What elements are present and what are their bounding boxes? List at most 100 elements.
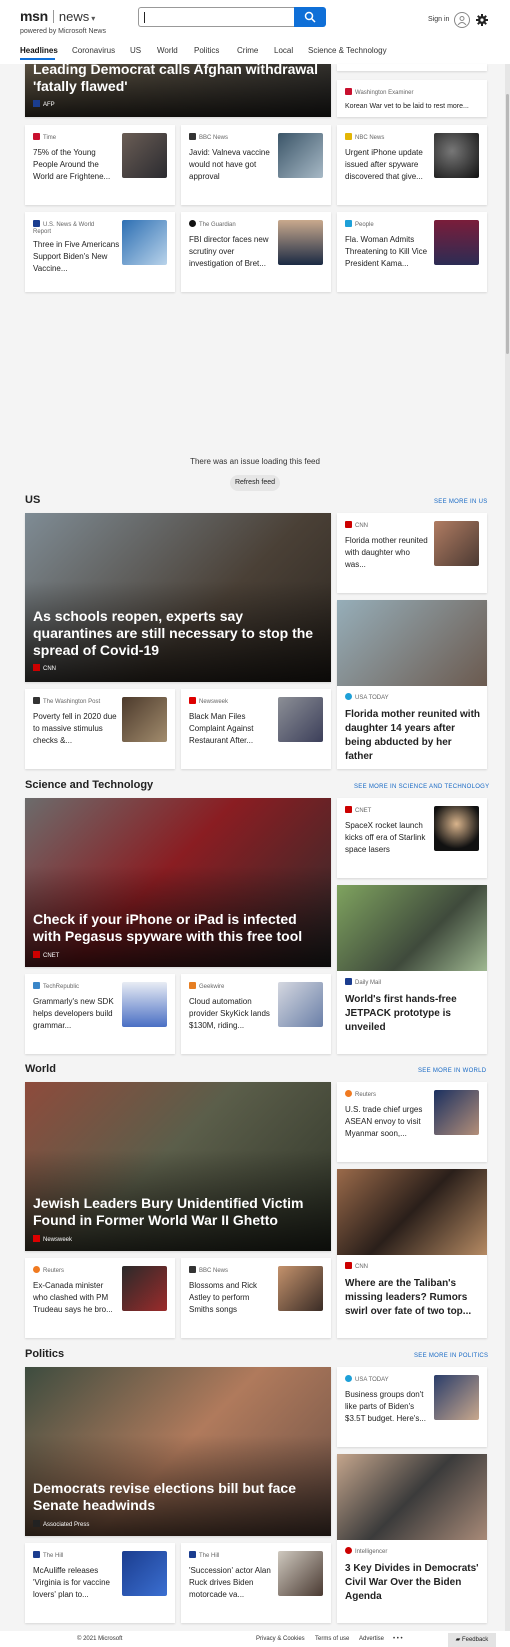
hero-top-card[interactable]: Leading Democrat calls Afghan withdrawal… — [25, 64, 331, 117]
reuters-logo-icon — [33, 1266, 40, 1273]
politics-bottom-card-1[interactable]: The Hill McAuliffe releases 'Virginia is… — [25, 1543, 175, 1623]
politics-tall-title: 3 Key Divides in Democrats' Civil War Ov… — [345, 1563, 479, 1602]
time-logo-icon — [33, 133, 40, 140]
carousel-dots[interactable] — [137, 110, 203, 117]
cnn-logo-icon — [345, 1262, 352, 1269]
search-icon — [304, 11, 316, 23]
guardian-logo-icon — [189, 220, 196, 227]
see-more-us-link[interactable]: SEE MORE IN US — [434, 499, 488, 505]
politics-hero-source: Associated Press — [33, 1520, 89, 1528]
privacy-link[interactable]: Privacy & Cookies — [256, 1636, 305, 1642]
science-hero-card[interactable]: Check if your iPhone or iPad is infected… — [25, 798, 331, 967]
tab-local[interactable]: Local — [274, 46, 293, 55]
section-name: news — [58, 9, 90, 24]
science-side-title: SpaceX rocket launch kicks off era of St… — [345, 821, 426, 854]
headline-card-2[interactable]: BBC News Javid: Valneva vaccine would no… — [181, 125, 331, 205]
rocket-launch-thumbnail — [434, 806, 479, 851]
chevron-down-icon[interactable]: ▾ — [91, 14, 95, 23]
scrollbar[interactable] — [505, 64, 510, 1647]
science-bottom-card-1[interactable]: TechRepublic Grammarly's new SDK helps d… — [25, 974, 175, 1054]
headline-card-6[interactable]: People Fla. Woman Admits Threatening to … — [337, 212, 487, 292]
feedback-button[interactable]: ▰ Feedback — [448, 1633, 496, 1647]
skykick-founders-thumbnail — [278, 982, 323, 1027]
stimulus-thumbnail — [122, 697, 167, 742]
rick-astley-thumbnail — [278, 1266, 323, 1311]
gear-icon[interactable] — [476, 13, 488, 31]
bbc-logo-icon — [189, 133, 196, 140]
reuters-logo-icon — [345, 1090, 352, 1097]
tab-us[interactable]: US — [130, 46, 141, 55]
us-bottom-card-2[interactable]: Newsweek Black Man Files Complaint Again… — [181, 689, 331, 769]
us-hero-title: As schools reopen, experts say quarantin… — [33, 608, 314, 658]
science-hero-title: Check if your iPhone or iPad is infected… — [33, 911, 303, 944]
search-input[interactable] — [138, 7, 294, 27]
world-bottom-title: Blossoms and Rick Astley to perform Smit… — [189, 1281, 258, 1314]
world-bottom-card-1[interactable]: Reuters Ex-Canada minister who clashed w… — [25, 1258, 175, 1338]
advertise-link[interactable]: Advertise — [359, 1636, 384, 1642]
kavanaugh-thumbnail — [278, 220, 323, 265]
tab-science-technology[interactable]: Science & Technology — [308, 46, 387, 55]
tab-coronavirus[interactable]: Coronavirus — [72, 46, 115, 55]
the-hill-logo-icon — [189, 1551, 196, 1558]
world-tall-card[interactable]: CNN Where are the Taliban's missing lead… — [337, 1169, 487, 1338]
refresh-feed-button[interactable]: Refresh feed — [230, 475, 280, 491]
tab-politics[interactable]: Politics — [194, 46, 219, 55]
sign-in-link[interactable]: Sign in — [428, 16, 449, 23]
top-side-title: Korean War vet to be laid to rest more..… — [345, 103, 469, 110]
us-bottom-card-1[interactable]: The Washington Post Poverty fell in 2020… — [25, 689, 175, 769]
scrollbar-thumb[interactable] — [506, 94, 509, 354]
tab-world[interactable]: World — [157, 46, 178, 55]
world-hero-card[interactable]: Jewish Leaders Bury Unidentified Victim … — [25, 1082, 331, 1251]
nbc-logo-icon — [345, 133, 352, 140]
associated-press-logo-icon — [33, 1520, 40, 1527]
canada-minister-thumbnail — [122, 1266, 167, 1311]
headline-card-3[interactable]: NBC News Urgent iPhone update issued aft… — [337, 125, 487, 205]
cnet-logo-icon — [33, 951, 40, 958]
avatar-icon[interactable] — [454, 12, 470, 28]
the-hill-logo-icon — [33, 1551, 40, 1558]
top-side-card[interactable]: Washington Examiner Korean War vet to be… — [337, 80, 487, 117]
science-bottom-card-2[interactable]: Geekwire Cloud automation provider SkyKi… — [181, 974, 331, 1054]
democrats-leaders-image — [337, 1454, 487, 1540]
world-side-title: U.S. trade chief urges ASEAN envoy to vi… — [345, 1105, 423, 1138]
politics-tall-card[interactable]: Intelligencer 3 Key Divides in Democrats… — [337, 1454, 487, 1623]
terms-link[interactable]: Terms of use — [315, 1636, 349, 1642]
science-side-card[interactable]: CNET SpaceX rocket launch kicks off era … — [337, 798, 487, 878]
us-bottom-title: Black Man Files Complaint Against Restau… — [189, 712, 254, 745]
usa-today-logo-icon — [345, 693, 352, 700]
cnn-logo-icon — [345, 521, 352, 528]
politics-hero-card[interactable]: Democrats revise elections bill but face… — [25, 1367, 331, 1536]
science-tall-card[interactable]: Daily Mail World's first hands-free JETP… — [337, 885, 487, 1054]
see-more-politics-link[interactable]: SEE MORE IN POLITICS — [414, 1353, 488, 1359]
world-bottom-card-2[interactable]: BBC News Blossoms and Rick Astley to per… — [181, 1258, 331, 1338]
politics-side-card[interactable]: USA TODAY Business groups don't like par… — [337, 1367, 487, 1447]
world-side-card[interactable]: Reuters U.S. trade chief urges ASEAN env… — [337, 1082, 487, 1162]
brand-name: msn — [20, 8, 48, 24]
vaccine-vials-thumbnail — [278, 133, 323, 178]
vaccine-syringe-thumbnail — [122, 220, 167, 265]
grammarly-thumbnail — [122, 982, 167, 1027]
tab-headlines[interactable]: Headlines — [20, 46, 58, 55]
msn-logo[interactable]: msn news ▾ powered by Microsoft News — [20, 8, 106, 35]
hero-top-source: AFP — [33, 100, 55, 108]
jetpack-image — [337, 885, 487, 971]
tab-crime[interactable]: Crime — [237, 46, 258, 55]
us-hero-card[interactable]: As schools reopen, experts say quarantin… — [25, 513, 331, 682]
search-button[interactable] — [294, 7, 326, 27]
see-more-world-link[interactable]: SEE MORE IN WORLD — [418, 1068, 486, 1074]
headline-card-4[interactable]: U.S. News & World Report Three in Five A… — [25, 212, 175, 292]
us-side-card[interactable]: CNN Florida mother reunited with daughte… — [337, 513, 487, 593]
headline-card-5[interactable]: The Guardian FBI director faces new scru… — [181, 212, 331, 292]
more-menu-icon[interactable]: • • • — [393, 1636, 403, 1642]
see-more-science-link[interactable]: SEE MORE IN SCIENCE AND TECHNOLOGY — [354, 784, 489, 790]
feed-error-message: There was an issue loading this feed — [190, 457, 320, 466]
top-side-card-upper[interactable] — [337, 64, 487, 71]
header-bar: msn news ▾ powered by Microsoft News Sign … — [0, 0, 510, 64]
headline-card-1[interactable]: Time 75% of the Young People Around the … — [25, 125, 175, 205]
usnews-logo-icon — [33, 220, 40, 227]
science-bottom-title: Cloud automation provider SkyKick lands … — [189, 997, 270, 1030]
headline-title: Urgent iPhone update issued after spywar… — [345, 148, 423, 181]
politics-bottom-card-2[interactable]: The Hill 'Succession' actor Alan Ruck dr… — [181, 1543, 331, 1623]
us-tall-card[interactable]: USA TODAY Florida mother reunited with d… — [337, 600, 487, 769]
politics-hero-title: Democrats revise elections bill but face… — [33, 1480, 296, 1513]
